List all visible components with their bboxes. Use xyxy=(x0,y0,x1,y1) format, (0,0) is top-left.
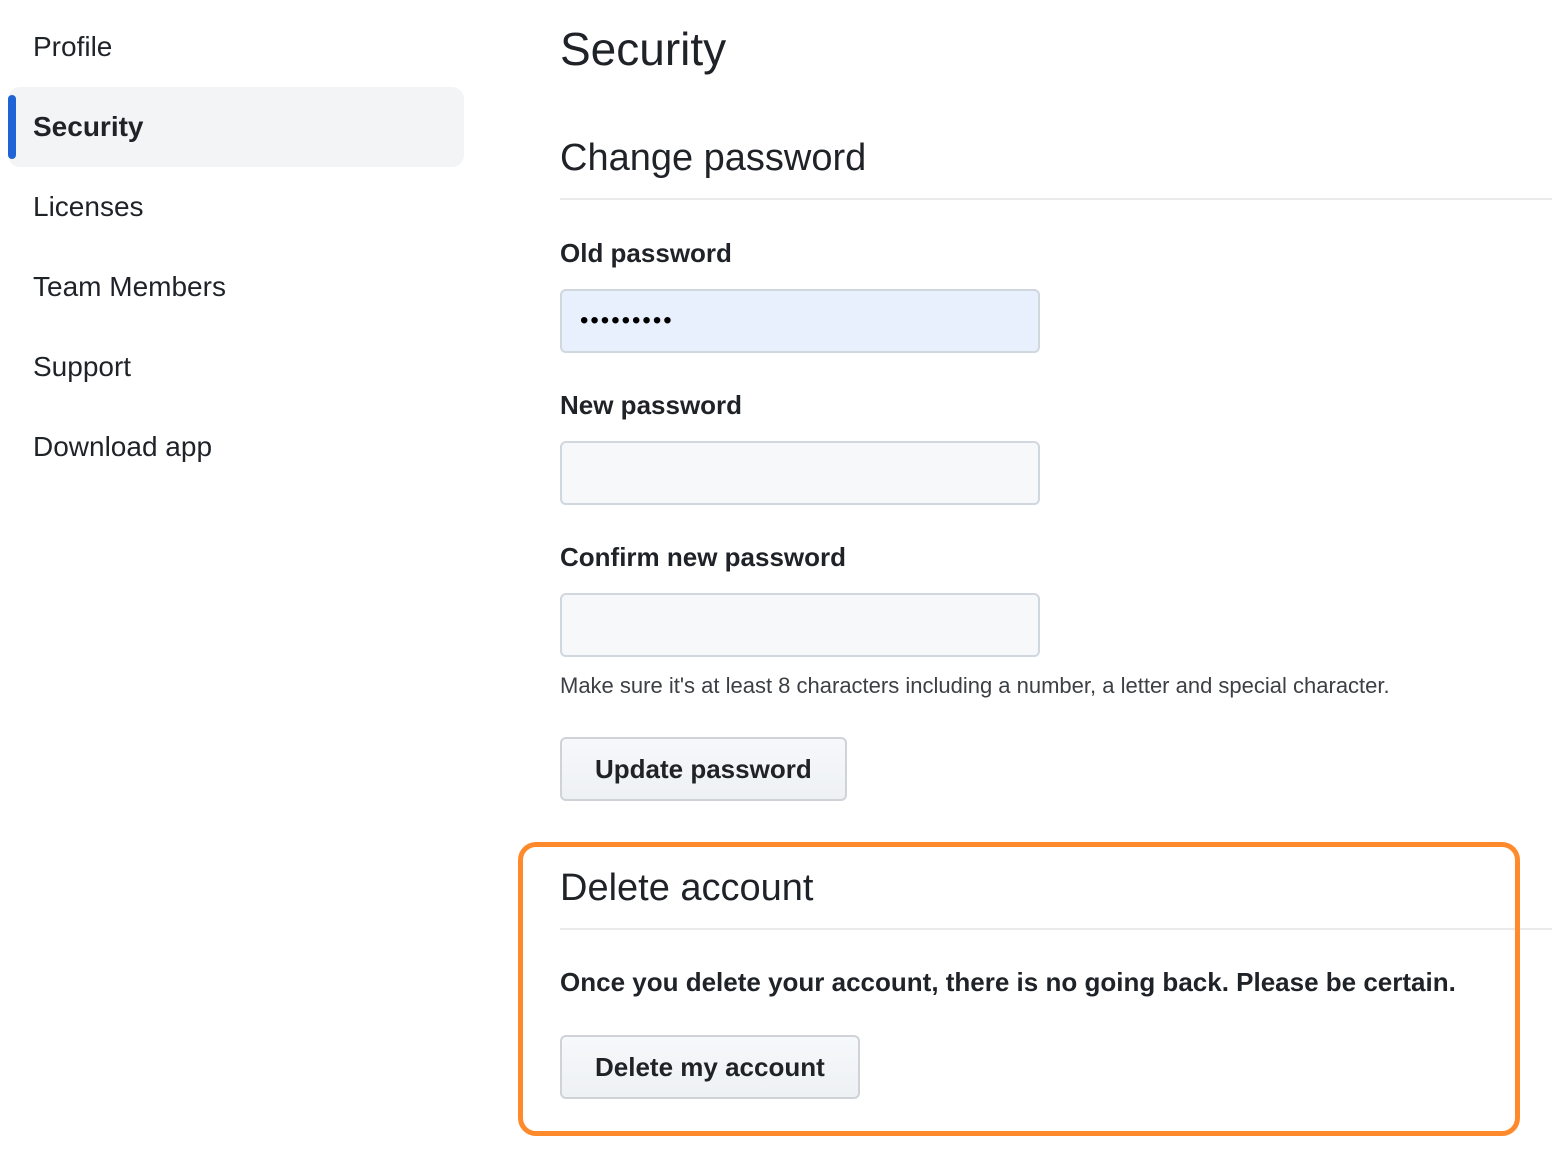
page-title: Security xyxy=(560,23,727,75)
sidebar-item-licenses[interactable]: Licenses xyxy=(8,167,464,247)
delete-account-heading: Delete account xyxy=(560,867,814,909)
section-divider xyxy=(560,928,1552,930)
sidebar-item-team-members[interactable]: Team Members xyxy=(8,247,464,327)
sidebar-item-label: Security xyxy=(33,111,144,142)
sidebar-item-support[interactable]: Support xyxy=(8,327,464,407)
delete-account-button[interactable]: Delete my account xyxy=(560,1035,860,1099)
section-divider xyxy=(560,198,1552,200)
active-indicator xyxy=(8,95,16,159)
confirm-password-field[interactable] xyxy=(560,593,1040,657)
sidebar-item-security[interactable]: Security xyxy=(8,87,464,167)
old-password-field[interactable] xyxy=(560,289,1040,353)
change-password-heading: Change password xyxy=(560,137,867,179)
sidebar-item-label: Profile xyxy=(33,31,113,62)
sidebar-item-profile[interactable]: Profile xyxy=(8,7,464,87)
password-hint: Make sure it's at least 8 characters inc… xyxy=(560,673,1390,698)
sidebar-item-download-app[interactable]: Download app xyxy=(8,407,464,487)
old-password-label: Old password xyxy=(560,238,732,268)
update-password-button[interactable]: Update password xyxy=(560,737,847,801)
sidebar-item-label: Support xyxy=(33,351,132,382)
new-password-field[interactable] xyxy=(560,441,1040,505)
sidebar-item-label: Download app xyxy=(33,431,213,462)
confirm-password-label: Confirm new password xyxy=(560,542,847,572)
sidebar-item-label: Licenses xyxy=(33,191,144,222)
new-password-label: New password xyxy=(560,390,743,420)
delete-account-warning: Once you delete your account, there is n… xyxy=(560,967,1456,997)
sidebar-item-label: Team Members xyxy=(33,271,226,302)
